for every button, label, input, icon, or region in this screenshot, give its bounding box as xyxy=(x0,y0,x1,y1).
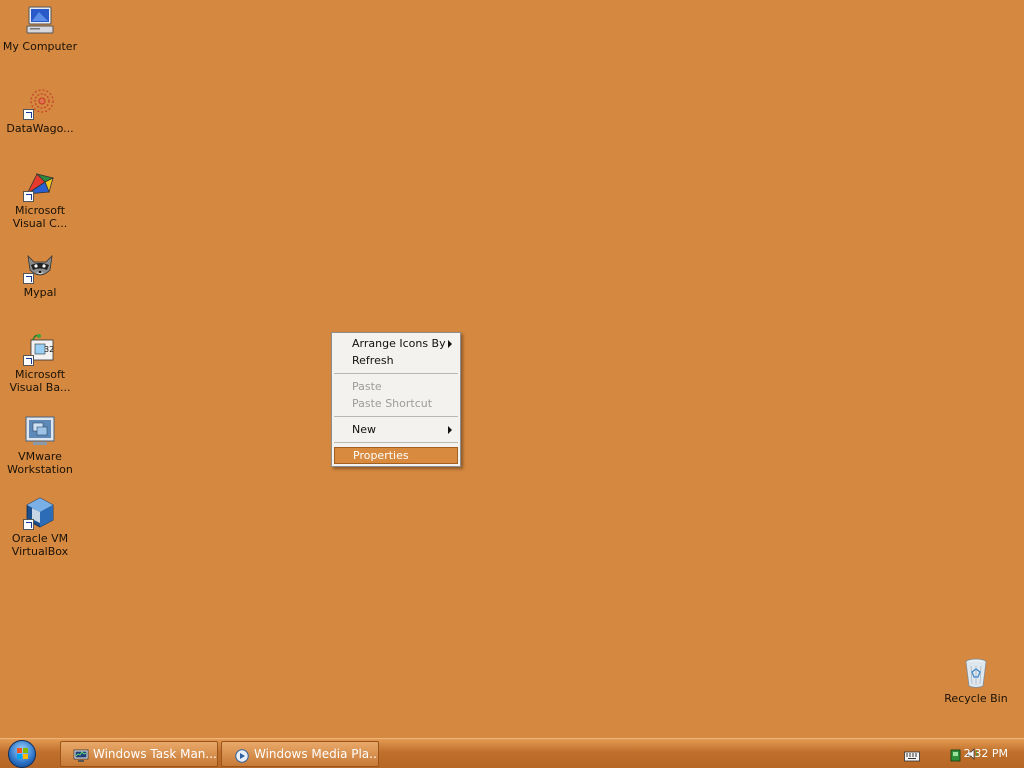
menu-item-arrange-icons-by[interactable]: Arrange Icons By xyxy=(334,335,458,352)
desktop-icon-virtualbox[interactable]: Oracle VM VirtualBox xyxy=(0,496,80,558)
desktop[interactable]: My Computer DataWago... Microsoft Visual… xyxy=(0,0,1024,738)
menu-item-paste: Paste xyxy=(334,378,458,395)
keyboard-icon[interactable] xyxy=(904,747,920,766)
desktop-icon-label: Microsoft Visual C... xyxy=(12,204,68,230)
menu-item-new[interactable]: New xyxy=(334,421,458,438)
shortcut-arrow-icon xyxy=(23,109,34,120)
shortcut-arrow-icon xyxy=(23,519,34,530)
menu-item-refresh[interactable]: Refresh xyxy=(334,352,458,369)
desktop-icon-datawagon[interactable]: DataWago... xyxy=(0,86,80,135)
mypal-raccoon-icon xyxy=(23,250,57,284)
svg-text:32: 32 xyxy=(44,345,54,354)
task-manager-icon xyxy=(73,747,89,762)
menu-item-properties[interactable]: Properties xyxy=(334,447,458,464)
taskbar-button-label: Windows Task Man... xyxy=(93,747,217,761)
desktop-icon-recycle-bin[interactable]: Recycle Bin xyxy=(936,656,1016,705)
desktop-icon-visual-basic[interactable]: 32 Microsoft Visual Ba... xyxy=(0,332,80,394)
shortcut-arrow-icon xyxy=(23,191,34,202)
menu-item-label: Paste Shortcut xyxy=(352,397,433,410)
taskbar-clock[interactable]: 2:32 PM xyxy=(964,739,1008,768)
menu-item-label: Paste xyxy=(352,380,382,393)
taskbar: Windows Task Man... Windows Media Pla... xyxy=(0,738,1024,768)
visual-basic-icon: 32 xyxy=(23,332,57,366)
desktop-icon-mypal[interactable]: Mypal xyxy=(0,250,80,299)
desktop-icon-label: Microsoft Visual Ba... xyxy=(9,368,71,394)
menu-item-paste-shortcut: Paste Shortcut xyxy=(334,395,458,412)
system-tray: 2:32 PM xyxy=(874,739,1024,768)
menu-separator xyxy=(334,373,458,374)
desktop-icon-visual-c[interactable]: Microsoft Visual C... xyxy=(0,168,80,230)
desktop-icon-label: DataWago... xyxy=(6,122,74,135)
menu-item-label: Properties xyxy=(353,449,409,462)
desktop-icon-vmware[interactable]: VMware Workstation xyxy=(0,414,80,476)
taskbar-button-label: Windows Media Pla... xyxy=(254,747,379,761)
network-icon[interactable] xyxy=(950,747,961,766)
menu-separator xyxy=(334,442,458,443)
desktop-icon-label: Mypal xyxy=(23,286,57,299)
visual-c-icon xyxy=(23,168,57,202)
windows-orb-icon xyxy=(17,748,28,759)
menu-item-label: Arrange Icons By xyxy=(352,337,446,350)
submenu-arrow-icon xyxy=(448,340,452,348)
menu-item-label: New xyxy=(352,423,376,436)
submenu-arrow-icon xyxy=(448,426,452,434)
virtualbox-icon xyxy=(23,496,57,530)
media-player-icon xyxy=(234,747,250,763)
recycle-bin-icon xyxy=(959,656,993,690)
shortcut-arrow-icon xyxy=(23,355,34,366)
taskbar-button-task-manager[interactable]: Windows Task Man... xyxy=(60,741,218,767)
vmware-icon xyxy=(23,414,57,448)
desktop-icon-label: My Computer xyxy=(2,40,78,53)
desktop-icon-label: Oracle VM VirtualBox xyxy=(11,532,69,558)
desktop-icon-my-computer[interactable]: My Computer xyxy=(0,4,80,53)
shortcut-arrow-icon xyxy=(23,273,34,284)
desktop-icon-label: Recycle Bin xyxy=(944,692,1008,705)
menu-item-label: Refresh xyxy=(352,354,394,367)
desktop-context-menu: Arrange Icons By Refresh Paste Paste Sho… xyxy=(331,332,461,467)
computer-icon xyxy=(23,4,57,38)
datawagon-icon xyxy=(23,86,57,120)
menu-separator xyxy=(334,416,458,417)
desktop-icon-label: VMware Workstation xyxy=(7,450,73,476)
taskbar-button-media-player[interactable]: Windows Media Pla... xyxy=(221,741,379,767)
start-button[interactable] xyxy=(8,740,36,768)
